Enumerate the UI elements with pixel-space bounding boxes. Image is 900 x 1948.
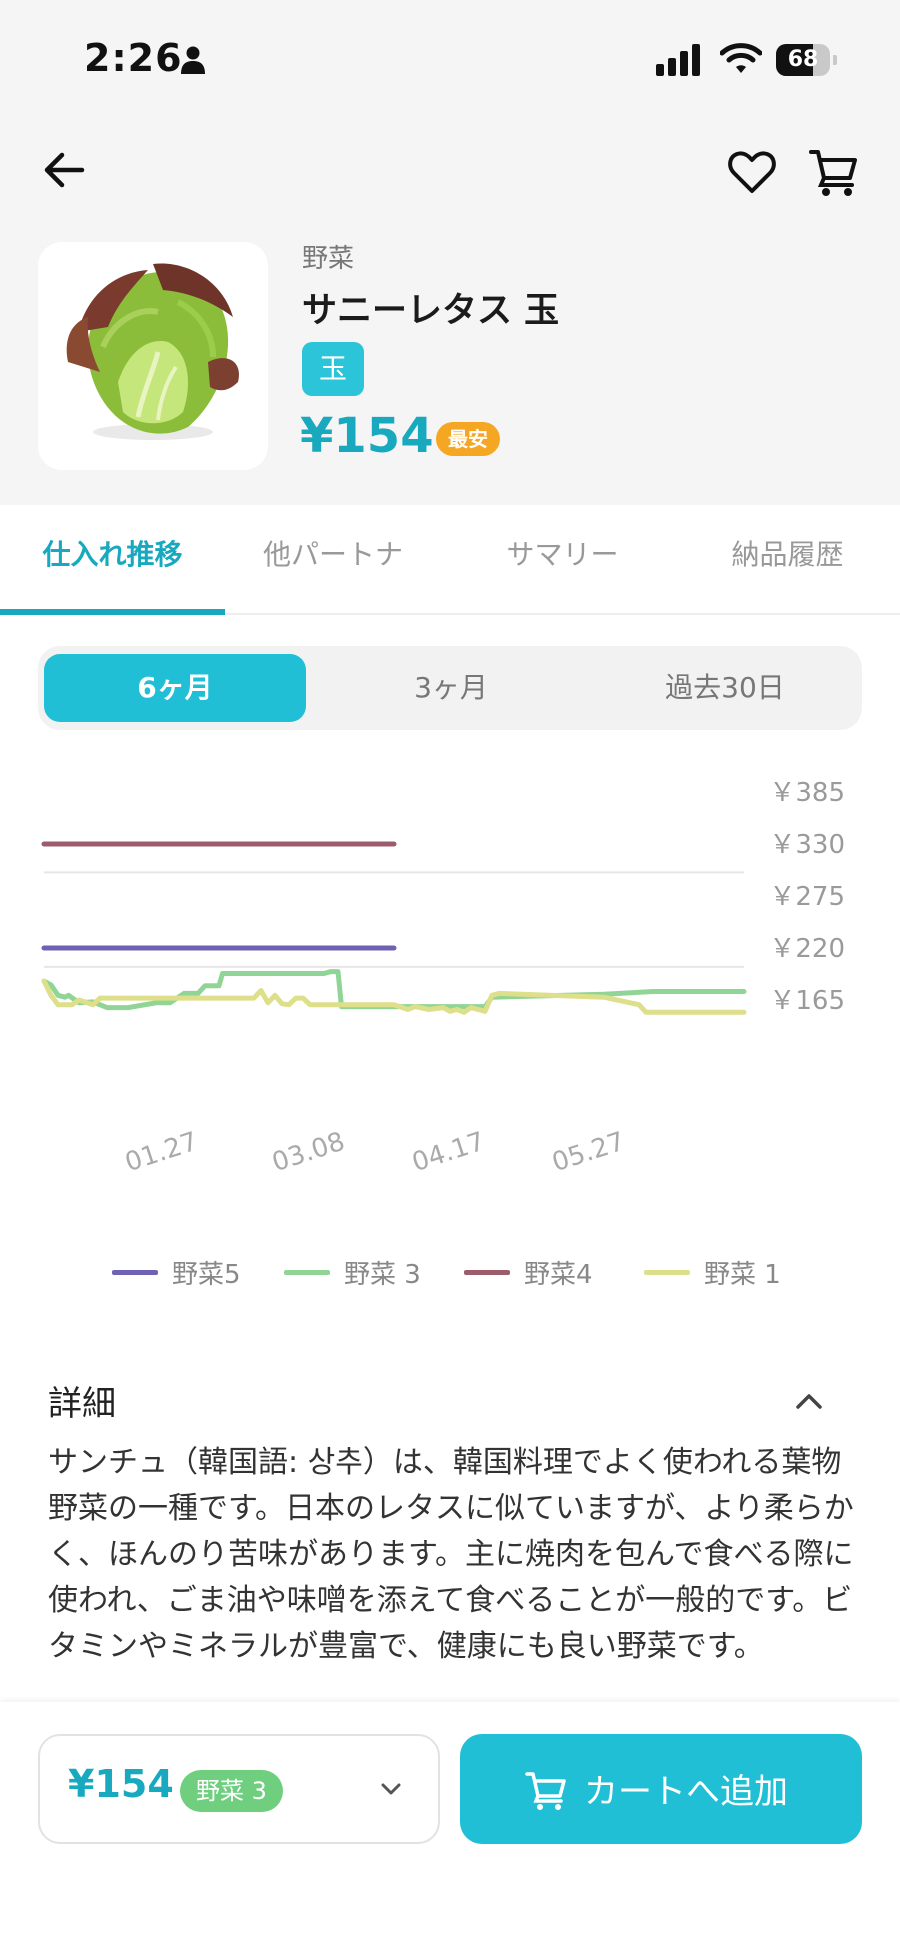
y-tick-label: ￥330 (769, 830, 845, 860)
x-tick-label: 01.27 (121, 1127, 201, 1179)
tab-purchase-trend[interactable]: 仕入れ推移 (0, 505, 225, 613)
add-to-cart-label: カートへ追加 (584, 1772, 788, 1812)
cart-icon (525, 1772, 566, 1810)
status-time: 2:26 (84, 36, 183, 80)
battery-indicator: 68 (776, 44, 837, 76)
bottom-action-bar: ¥154 野菜 3 カートへ追加 (0, 1702, 900, 1948)
heart-icon[interactable] (726, 146, 778, 198)
period-6-months[interactable]: 6ヶ月 (44, 654, 306, 722)
product-name: サニーレタス 玉 (302, 291, 560, 331)
tab-indicator (0, 609, 225, 615)
detail-title: 詳細 (48, 1384, 116, 1424)
lowest-price-badge: 最安 (436, 422, 500, 456)
y-tick-label: ￥275 (769, 882, 845, 912)
wifi-icon (720, 43, 762, 73)
x-tick-label: 04.17 (408, 1127, 488, 1179)
chart-legend: 野菜5 野菜 3 野菜4 野菜 1 (0, 1252, 900, 1292)
product-price: ¥154 (300, 408, 434, 464)
legend-label: 野菜5 (172, 1260, 241, 1290)
period-selector: 6ヶ月 3ヶ月 過去30日 (38, 646, 862, 730)
unit-badge: 玉 (302, 342, 364, 396)
chevron-down-icon (381, 1783, 401, 1795)
tab-delivery-history[interactable]: 納品履歴 (675, 505, 900, 613)
legend-label: 野菜 3 (344, 1260, 421, 1290)
tab-summary[interactable]: サマリー (450, 505, 675, 613)
cart-icon[interactable] (808, 146, 860, 198)
back-arrow-icon[interactable] (40, 146, 88, 194)
legend-label: 野菜 1 (704, 1260, 781, 1290)
legend-swatch (112, 1270, 158, 1275)
y-tick-label: ￥220 (769, 934, 845, 964)
tab-bar: 仕入れ推移 他パートナ サマリー 納品履歴 (0, 505, 900, 615)
signal-icon (656, 44, 700, 76)
period-3-months[interactable]: 3ヶ月 (320, 654, 582, 722)
price-trend-chart: ￥385 ￥330 ￥275 ￥220 ￥165 01.27 03.08 04.17 05.27 (41, 778, 845, 1179)
detail-text: サンチュ（韓国語: 상추）は、韓国料理でよく使われる葉物野菜の一種です。日本のレ… (48, 1445, 854, 1664)
y-tick-label: ￥385 (769, 778, 845, 808)
selected-price: ¥154 (68, 1762, 174, 1806)
tab-other-partners[interactable]: 他パートナ (225, 505, 425, 613)
legend-label: 野菜4 (524, 1260, 593, 1290)
add-to-cart-button[interactable]: カートへ追加 (460, 1734, 862, 1844)
period-30-days[interactable]: 過去30日 (594, 654, 856, 722)
legend-swatch (644, 1270, 690, 1275)
x-tick-label: 05.27 (548, 1127, 628, 1179)
detail-body: サンチュ（韓国語: 상추）は、韓国料理でよく使われる葉物野菜の一種です。日本のレ… (48, 1440, 868, 1698)
partner-badge: 野菜 3 (180, 1770, 283, 1812)
y-tick-label: ￥165 (769, 986, 845, 1016)
product-category: 野菜 (302, 244, 355, 274)
product-image (38, 242, 268, 470)
partner-selector[interactable]: ¥154 野菜 3 (38, 1734, 440, 1844)
legend-swatch (464, 1270, 510, 1275)
person-icon (181, 46, 205, 74)
legend-swatch (284, 1270, 330, 1275)
x-tick-label: 03.08 (268, 1127, 348, 1179)
chevron-up-icon[interactable] (792, 1384, 826, 1418)
